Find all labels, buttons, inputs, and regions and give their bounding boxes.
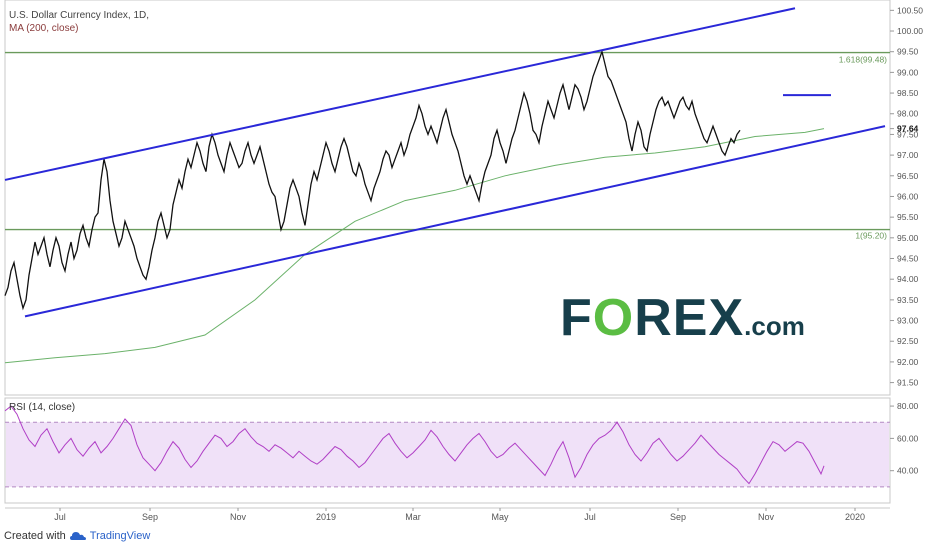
x-tick-label: Nov xyxy=(758,512,775,522)
y-tick-label: 92.00 xyxy=(897,357,919,367)
forex-logo: FOREX.com xyxy=(560,288,805,348)
x-tick-label: Jul xyxy=(584,512,596,522)
current-price-label: 97.64 xyxy=(897,124,919,134)
rsi-band xyxy=(6,422,889,487)
chart-stage: 100.50 100.00 99.50 99.00 98.50 98.00 97.64 97.… xyxy=(0,0,930,550)
rsi-tick-label: 40.00 xyxy=(897,466,919,476)
x-tick-label: Nov xyxy=(230,512,247,522)
fib-level-label: 1(95.20) xyxy=(855,231,887,241)
x-tick-label: Jul xyxy=(54,512,66,522)
y-tick-label: 98.50 xyxy=(897,88,919,98)
y-tick-label: 96.00 xyxy=(897,191,919,201)
y-tick-label: 93.00 xyxy=(897,316,919,326)
y-tick-label: 92.50 xyxy=(897,336,919,346)
fib-level-label: 1.618(99.48) xyxy=(839,55,887,65)
y-tick-label: 99.50 xyxy=(897,47,919,57)
x-tick-label: May xyxy=(491,512,509,522)
y-tick-label: 100.50 xyxy=(897,5,923,15)
chart-subtitle: MA (200, close) xyxy=(9,23,79,34)
chart-title-box: U.S. Dollar Currency Index, 1D, MA (200,… xyxy=(9,9,149,35)
x-tick-label: Mar xyxy=(405,512,421,522)
rsi-label: RSI (14, close) xyxy=(9,402,76,413)
logo-suffix: .com xyxy=(744,311,805,341)
x-tick-label: 2020 xyxy=(845,512,865,522)
footer-prefix: Created with xyxy=(4,530,66,542)
y-tick-label: 93.50 xyxy=(897,295,919,305)
y-tick-label: 96.50 xyxy=(897,171,919,181)
y-tick-label: 98.00 xyxy=(897,109,919,119)
y-tick-label: 99.00 xyxy=(897,67,919,77)
y-tick-label: 94.00 xyxy=(897,274,919,284)
x-tick-label: Sep xyxy=(142,512,158,522)
footer-brand[interactable]: TradingView xyxy=(90,530,151,542)
footer: Created with TradingView xyxy=(4,530,150,542)
rsi-tick-label: 60.00 xyxy=(897,433,919,443)
logo-main: FOREX xyxy=(560,289,745,347)
rsi-tick-label: 80.00 xyxy=(897,401,919,411)
y-tick-label: 97.00 xyxy=(897,150,919,160)
y-tick-label: 100.00 xyxy=(897,26,923,36)
x-tick-label: Sep xyxy=(670,512,686,522)
tradingview-cloud-icon xyxy=(69,532,86,540)
chart-title: U.S. Dollar Currency Index, 1D, xyxy=(9,10,150,21)
x-tick-label: 2019 xyxy=(316,512,336,522)
y-tick-label: 91.50 xyxy=(897,378,919,388)
y-tick-label: 95.50 xyxy=(897,212,919,222)
chart-svg: 100.50 100.00 99.50 99.00 98.50 98.00 97.64 97.… xyxy=(4,0,923,522)
price-line xyxy=(4,49,741,311)
y-tick-label: 95.00 xyxy=(897,233,919,243)
y-tick-label: 94.50 xyxy=(897,254,919,264)
